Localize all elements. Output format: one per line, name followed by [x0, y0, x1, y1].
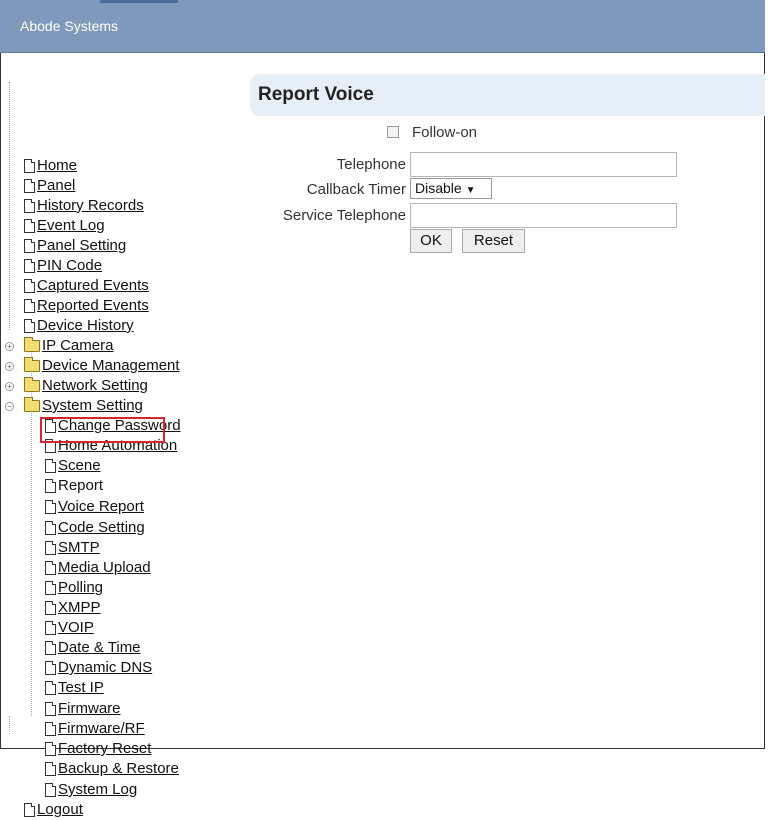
- nav-item-home[interactable]: Home: [24, 156, 77, 176]
- nav-item-panel-setting[interactable]: Panel Setting: [24, 236, 126, 256]
- selection-highlight: [40, 417, 165, 443]
- collapse-icon[interactable]: −: [5, 402, 14, 411]
- telephone-input[interactable]: [410, 152, 677, 177]
- callback-timer-value: Disable: [415, 180, 462, 196]
- nav-subitem[interactable]: Media Upload: [45, 558, 151, 578]
- nav-item-logout[interactable]: Logout: [24, 800, 83, 820]
- page-icon: [24, 279, 35, 293]
- page-icon: [45, 702, 56, 716]
- expand-icon[interactable]: +: [5, 342, 14, 351]
- page-icon: [24, 319, 35, 333]
- page-icon: [45, 479, 56, 493]
- page-icon: [24, 299, 35, 313]
- tree-guide-line: [9, 82, 10, 330]
- page-title: Report Voice: [258, 84, 374, 105]
- service-telephone-label: Service Telephone: [282, 207, 406, 224]
- tree-guide-line: [9, 716, 10, 734]
- folder-icon: [24, 337, 40, 352]
- page-icon: [45, 742, 56, 756]
- service-telephone-input[interactable]: [410, 203, 677, 228]
- nav-subitem[interactable]: VOIP: [45, 618, 94, 638]
- nav-subitem-voice-report[interactable]: Voice Report: [45, 497, 144, 517]
- telephone-label: Telephone: [336, 156, 406, 173]
- nav-subitem[interactable]: SMTP: [45, 538, 100, 558]
- app-header: Abode Systems: [0, 0, 765, 53]
- nav-item-pin-code[interactable]: PIN Code: [24, 256, 102, 276]
- nav-item-captured-events[interactable]: Captured Events: [24, 276, 149, 296]
- page-icon: [24, 219, 35, 233]
- page-icon: [24, 239, 35, 253]
- header-tab-indicator: [100, 0, 178, 3]
- nav-subitem[interactable]: Test IP: [45, 678, 104, 698]
- nav-item-panel[interactable]: Panel: [24, 176, 75, 196]
- nav-item-ip-camera[interactable]: IP Camera: [24, 336, 113, 356]
- expand-icon[interactable]: +: [5, 382, 14, 391]
- nav-item-device-management[interactable]: Device Management: [24, 356, 180, 376]
- page-icon: [24, 179, 35, 193]
- folder-icon: [24, 357, 40, 372]
- nav-subitem[interactable]: Dynamic DNS: [45, 658, 152, 678]
- page-title-bar: Report Voice: [250, 74, 765, 116]
- nav-subitem[interactable]: Scene: [45, 456, 101, 476]
- callback-timer-select[interactable]: Disable ▼: [410, 178, 492, 199]
- nav-item-network-setting[interactable]: Network Setting: [24, 376, 148, 396]
- page-icon: [45, 541, 56, 555]
- page-icon: [45, 661, 56, 675]
- dropdown-arrow-icon: ▼: [465, 185, 476, 196]
- nav-subitem[interactable]: XMPP: [45, 598, 101, 618]
- nav-subitem[interactable]: Factory Reset: [45, 739, 151, 759]
- page-icon: [24, 803, 35, 817]
- reset-button[interactable]: Reset: [462, 229, 525, 253]
- page-icon: [45, 601, 56, 615]
- expand-icon[interactable]: +: [5, 362, 14, 371]
- nav-item-system-setting[interactable]: System Setting: [24, 396, 143, 416]
- page-icon: [45, 621, 56, 635]
- nav-subitem[interactable]: Report: [45, 476, 103, 496]
- page-icon: [45, 581, 56, 595]
- nav-item-reported-events[interactable]: Reported Events: [24, 296, 149, 316]
- nav-subitem[interactable]: Code Setting: [45, 518, 145, 538]
- page-icon: [45, 500, 56, 514]
- page-icon: [45, 561, 56, 575]
- page-icon: [24, 199, 35, 213]
- folder-icon: [24, 377, 40, 392]
- open-folder-icon: [24, 397, 40, 412]
- nav-item-event-log[interactable]: Event Log: [24, 216, 105, 236]
- nav-subitem[interactable]: Polling: [45, 578, 103, 598]
- page-icon: [24, 159, 35, 173]
- follow-on-label: Follow-on: [412, 124, 478, 141]
- nav-subitem[interactable]: System Log: [45, 780, 137, 800]
- nav-subitem[interactable]: Date & Time: [45, 638, 141, 658]
- page-icon: [45, 681, 56, 695]
- app-title: Abode Systems: [20, 18, 119, 34]
- page-icon: [45, 641, 56, 655]
- follow-on-checkbox[interactable]: [387, 126, 399, 138]
- nav-subitem[interactable]: Firmware/RF: [45, 719, 145, 739]
- page-icon: [45, 521, 56, 535]
- page-icon: [45, 783, 56, 797]
- nav-subitem[interactable]: Firmware: [45, 699, 121, 719]
- callback-timer-label: Callback Timer: [306, 181, 406, 198]
- nav-item-history-records[interactable]: History Records: [24, 196, 144, 216]
- nav-subitem[interactable]: Backup & Restore: [45, 759, 179, 779]
- ok-button[interactable]: OK: [410, 229, 452, 253]
- page-icon: [24, 259, 35, 273]
- page-icon: [45, 459, 56, 473]
- nav-item-device-history[interactable]: Device History: [24, 316, 134, 336]
- page-icon: [45, 722, 56, 736]
- page-icon: [45, 762, 56, 776]
